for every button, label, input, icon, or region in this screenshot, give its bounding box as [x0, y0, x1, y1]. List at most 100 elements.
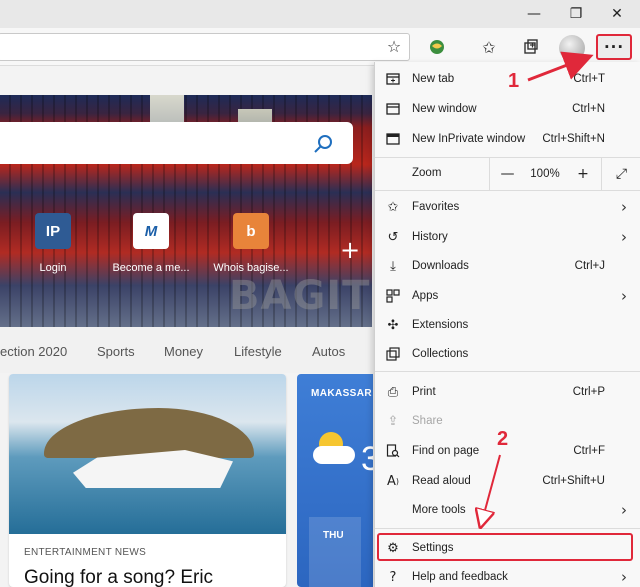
annotation-step-1: 1	[508, 70, 520, 92]
quick-link-tile-icon: M	[133, 213, 169, 249]
quick-link-label: Login	[39, 262, 67, 274]
inprivate-window-icon	[385, 131, 401, 147]
favorites-icon[interactable]: ✩	[474, 33, 504, 61]
new-window-icon	[385, 101, 401, 117]
news-card-kicker: ENTERTAINMENT NEWS	[24, 547, 147, 558]
menu-item-label: New InPrivate window	[412, 133, 526, 145]
menu-item-shortcut: Ctrl+Shift+U	[542, 475, 605, 487]
menu-item-shortcut: Ctrl+J	[574, 260, 605, 272]
add-favorite-star-icon[interactable]: ☆	[379, 32, 409, 60]
new-tab-icon	[385, 71, 401, 87]
chevron-right-icon: ›	[621, 568, 627, 586]
forecast-day-label: THU	[323, 530, 344, 541]
menu-item-label: Print	[412, 386, 436, 398]
menu-item-help-and-feedback[interactable]: ? Help and feedback ›	[375, 562, 640, 587]
menu-item-print[interactable]: ⎙ Print Ctrl+P	[375, 377, 640, 407]
menu-item-downloads[interactable]: ⤓ Downloads Ctrl+J	[375, 251, 640, 281]
menu-item-label: Read aloud	[412, 475, 471, 487]
news-card-headline: Going for a song? Eric	[24, 567, 214, 587]
category-autos[interactable]: Autos	[312, 344, 345, 359]
extension-globe-icon[interactable]	[422, 33, 452, 61]
category-election[interactable]: ection 2020	[0, 344, 67, 359]
favorites-star-icon: ✩	[387, 199, 399, 215]
menu-item-collections[interactable]: Collections	[375, 339, 640, 369]
quick-link-tile-icon: b	[233, 213, 269, 249]
category-lifestyle[interactable]: Lifestyle	[234, 344, 282, 359]
add-quick-link-icon[interactable]: +	[340, 236, 360, 264]
fullscreen-icon[interactable]: ⤢	[601, 158, 640, 190]
web-search-box[interactable]	[0, 122, 353, 164]
menu-item-shortcut: Ctrl+N	[572, 103, 605, 115]
menu-item-label: Collections	[412, 348, 469, 360]
chevron-right-icon: ›	[621, 228, 627, 246]
quick-link-login[interactable]: IP Login	[8, 213, 98, 274]
forecast-day-tile	[309, 517, 361, 587]
menu-item-label: Extensions	[412, 319, 469, 331]
read-aloud-icon: A)	[386, 473, 400, 489]
menu-item-shortcut: Ctrl+Shift+N	[542, 133, 605, 145]
history-clock-icon: ↺	[387, 229, 399, 245]
collections-icon	[385, 346, 401, 362]
collections-icon[interactable]	[516, 33, 546, 61]
minimize-button[interactable]: —	[514, 0, 554, 28]
help-question-icon: ?	[389, 569, 397, 585]
close-button[interactable]: ✕	[597, 0, 637, 28]
zoom-out-button[interactable]: —	[489, 158, 525, 190]
quick-link-whois[interactable]: b Whois bagise...	[206, 213, 296, 274]
browser-toolbar: ☆ ✩	[0, 28, 640, 66]
search-icon[interactable]	[312, 133, 334, 155]
menu-item-more-tools[interactable]: More tools ›	[375, 495, 640, 525]
annotation-step-2: 2	[497, 428, 509, 450]
weather-card[interactable]: MAKASSAR 3 THU	[297, 374, 373, 587]
menu-item-label: New tab	[412, 73, 455, 85]
menu-item-apps[interactable]: Apps ›	[375, 281, 640, 311]
menu-item-new-inprivate-window[interactable]: New InPrivate window Ctrl+Shift+N	[375, 124, 640, 154]
chevron-right-icon: ›	[621, 287, 627, 305]
download-icon: ⤓	[390, 258, 396, 274]
printer-icon: ⎙	[387, 384, 399, 400]
puzzle-piece-icon: ✣	[387, 317, 399, 333]
menu-item-label: Downloads	[412, 260, 469, 272]
find-page-icon	[385, 443, 401, 459]
profile-avatar[interactable]	[559, 35, 585, 61]
menu-item-label: Apps	[412, 290, 439, 302]
zoom-label: Zoom	[412, 167, 442, 179]
chevron-right-icon: ›	[621, 501, 627, 519]
settings-and-more-menu: New tab Ctrl+T New window Ctrl+N New InP…	[374, 62, 640, 587]
menu-item-extensions[interactable]: ✣ Extensions	[375, 310, 640, 340]
menu-item-label: New window	[412, 103, 477, 115]
menu-item-read-aloud[interactable]: A) Read aloud Ctrl+Shift+U	[375, 466, 640, 496]
quick-link-label: Become a me...	[112, 262, 190, 274]
cloud-icon	[313, 446, 355, 464]
zoom-in-button[interactable]: +	[565, 158, 601, 190]
menu-item-favorites[interactable]: ✩ Favorites ›	[375, 192, 640, 222]
news-card-image	[9, 374, 286, 534]
menu-item-label: Find on page	[412, 445, 480, 457]
category-sports[interactable]: Sports	[97, 344, 135, 359]
apps-grid-icon	[385, 288, 401, 304]
menu-item-label: Favorites	[412, 201, 460, 213]
settings-highlight-box	[377, 533, 633, 561]
menu-item-label: More tools	[412, 504, 466, 516]
news-card[interactable]: ENTERTAINMENT NEWS Going for a song? Eri…	[9, 374, 286, 587]
address-bar[interactable]: ☆	[0, 33, 410, 61]
quick-link-become-member[interactable]: M Become a me...	[106, 213, 196, 274]
menu-item-label: Share	[412, 415, 443, 427]
title-bar: — ❐ ✕	[0, 0, 640, 28]
quick-link-tile-icon: IP	[35, 213, 71, 249]
menu-item-shortcut: Ctrl+F	[573, 445, 605, 457]
settings-and-more-button[interactable]: ···	[596, 34, 632, 60]
menu-item-shortcut: Ctrl+T	[573, 73, 605, 85]
maximize-button[interactable]: ❐	[556, 0, 596, 28]
zoom-row: Zoom — 100% + ⤢	[375, 158, 640, 190]
menu-item-history[interactable]: ↺ History ›	[375, 222, 640, 252]
menu-item-shortcut: Ctrl+P	[572, 386, 605, 398]
menu-item-label: Help and feedback	[412, 571, 508, 583]
weather-city: MAKASSAR	[311, 388, 372, 399]
menu-item-new-window[interactable]: New window Ctrl+N	[375, 94, 640, 124]
zoom-level: 100%	[530, 168, 560, 180]
menu-item-label: History	[412, 231, 448, 243]
weather-temperature: 3	[361, 440, 373, 478]
category-money[interactable]: Money	[164, 344, 203, 359]
chevron-right-icon: ›	[621, 198, 627, 216]
